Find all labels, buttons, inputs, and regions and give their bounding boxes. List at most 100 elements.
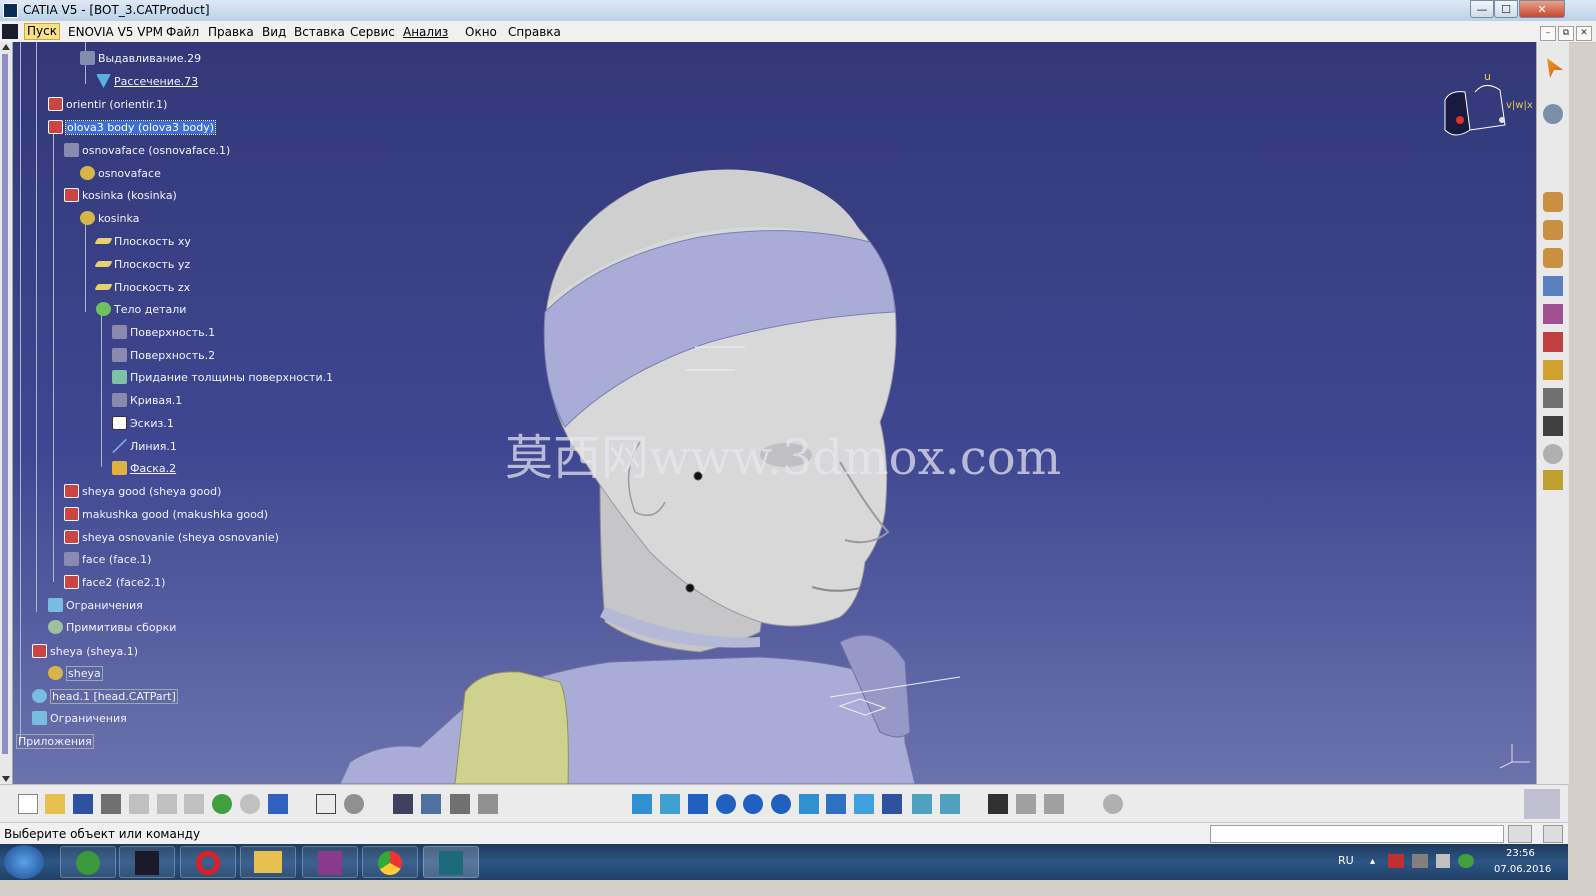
generate-numbering-icon[interactable] — [1543, 360, 1563, 380]
tree-node[interactable]: Фаска.2 — [112, 459, 176, 477]
start-orb-icon[interactable] — [4, 845, 44, 879]
insert-component-icon[interactable] — [1543, 276, 1563, 296]
rotate-icon[interactable] — [716, 794, 736, 814]
compass-icon[interactable]: u v|w|x — [1440, 70, 1533, 150]
clock-date[interactable]: 07.06.2016 — [1494, 864, 1551, 875]
tray-app-icon[interactable] — [1458, 854, 1474, 868]
whats-this-icon[interactable] — [268, 794, 288, 814]
fix-component-icon[interactable] — [1543, 470, 1563, 490]
tree-node[interactable]: orientir (orientir.1) — [48, 95, 167, 113]
tree-node[interactable]: kosinka — [80, 209, 139, 227]
camera-icon[interactable] — [988, 794, 1008, 814]
menu-enovia[interactable]: ENOVIA V5 VPM — [68, 25, 163, 39]
knowledge-icon[interactable] — [344, 794, 364, 814]
tree-node[interactable]: Поверхность.1 — [112, 323, 215, 341]
select-arrow-icon[interactable] — [1547, 58, 1563, 78]
zoom-in-icon[interactable] — [743, 794, 763, 814]
pan-icon[interactable] — [688, 794, 708, 814]
tree-node[interactable]: Линия.1 — [112, 437, 177, 455]
gear-icon[interactable] — [1543, 104, 1563, 124]
volume-icon[interactable] — [1436, 854, 1450, 868]
measure-icon[interactable] — [1016, 794, 1036, 814]
tree-node[interactable]: face (face.1) — [64, 550, 151, 568]
cut-icon[interactable] — [129, 794, 149, 814]
swap-space-icon[interactable] — [940, 794, 960, 814]
multi-instantiation-icon[interactable] — [1543, 388, 1563, 408]
catia-menu-logo-icon[interactable] — [2, 24, 18, 39]
tree-node[interactable]: sheya osnovanie (sheya osnovanie) — [64, 528, 279, 546]
maximize-button[interactable]: ☐ — [1494, 0, 1518, 18]
copy-icon[interactable] — [157, 794, 177, 814]
menu-start[interactable]: Пуск — [24, 23, 60, 40]
text-annotation-icon[interactable] — [1543, 416, 1563, 436]
menu-tools[interactable]: Сервис — [350, 25, 395, 39]
reorder-icon[interactable] — [1543, 332, 1563, 352]
catia-task-icon[interactable] — [423, 846, 479, 878]
menu-edit[interactable]: Правка — [208, 25, 254, 39]
tree-node[interactable]: Кривая.1 — [112, 391, 182, 409]
tree-node[interactable]: Плоскость yz — [94, 255, 190, 273]
opera-task-icon[interactable] — [180, 846, 236, 878]
app-task-icon[interactable] — [119, 846, 175, 878]
clock-time[interactable]: 23:56 — [1506, 848, 1535, 859]
tree-node[interactable]: Плоскость zx — [94, 278, 190, 296]
tree-node[interactable]: Эскиз.1 — [112, 414, 174, 432]
chrome-task-icon[interactable] — [362, 846, 418, 878]
refresh-icon[interactable] — [1103, 794, 1123, 814]
tree-node[interactable]: Рассечение.73 — [96, 72, 198, 90]
menu-insert[interactable]: Вставка — [294, 25, 345, 39]
fly-mode-icon[interactable] — [632, 794, 652, 814]
command-run-button[interactable] — [1508, 825, 1532, 843]
manipulation-icon[interactable] — [1543, 444, 1563, 464]
multi-view-icon[interactable] — [826, 794, 846, 814]
print-icon[interactable] — [101, 794, 121, 814]
shading-icon[interactable] — [882, 794, 902, 814]
save-icon[interactable] — [73, 794, 93, 814]
tree-node[interactable]: Приложения — [16, 732, 94, 750]
assembly-gear-icon[interactable] — [1543, 192, 1563, 212]
tree-node[interactable]: sheya — [48, 664, 103, 682]
menu-window[interactable]: Окно — [465, 25, 497, 39]
tree-node[interactable]: kosinka (kosinka) — [64, 186, 177, 204]
calculator-icon[interactable] — [1543, 825, 1563, 843]
table-icon[interactable] — [393, 794, 413, 814]
doc-close-button[interactable]: ✕ — [1576, 26, 1592, 41]
network-flag-icon[interactable] — [1388, 854, 1404, 868]
component-gear-icon[interactable] — [1543, 248, 1563, 268]
fit-all-icon[interactable] — [660, 794, 680, 814]
tree-node[interactable]: Ограничения — [32, 709, 127, 727]
tree-node[interactable]: makushka good (makushka good) — [64, 505, 268, 523]
undo-icon[interactable] — [212, 794, 232, 814]
minimize-button[interactable]: — — [1470, 0, 1494, 18]
menu-analysis[interactable]: Анализ — [403, 25, 448, 39]
iso-view-icon[interactable] — [854, 794, 874, 814]
menu-help[interactable]: Справка — [508, 25, 561, 39]
doc-minimize-button[interactable]: – — [1540, 26, 1556, 41]
menu-file[interactable]: Файл — [166, 25, 199, 39]
tree-node-selected[interactable]: olova3 body (olova3 body) — [48, 118, 217, 136]
close-button[interactable]: ✕ — [1519, 0, 1565, 18]
command-input[interactable] — [1210, 825, 1504, 843]
tree-node[interactable]: sheya (sheya.1) — [32, 642, 138, 660]
menu-view[interactable]: Вид — [262, 25, 286, 39]
open-folder-icon[interactable] — [45, 794, 65, 814]
tree-node[interactable]: Плоскость xy — [94, 232, 191, 250]
redo-icon[interactable] — [240, 794, 260, 814]
catalog-icon[interactable] — [450, 794, 470, 814]
tree-node[interactable]: face2 (face2.1) — [64, 573, 165, 591]
3d-viewport[interactable]: Выдавливание.29 Рассечение.73 orientir (… — [0, 42, 1564, 784]
paste-icon[interactable] — [184, 794, 204, 814]
tree-node[interactable]: Выдавливание.29 — [80, 49, 201, 67]
language-indicator[interactable]: RU — [1338, 854, 1354, 867]
winrar-task-icon[interactable] — [302, 846, 358, 878]
formula-icon[interactable] — [316, 794, 336, 814]
new-file-icon[interactable] — [18, 794, 38, 814]
tree-node[interactable]: Поверхность.2 — [112, 346, 215, 364]
normal-view-icon[interactable] — [799, 794, 819, 814]
tree-node[interactable]: sheya good (sheya good) — [64, 482, 221, 500]
utorrent-task-icon[interactable] — [60, 846, 116, 878]
tree-view-icon[interactable] — [421, 794, 441, 814]
tree-node[interactable]: Примитивы сборки — [48, 618, 176, 636]
analysis-icon[interactable] — [1044, 794, 1064, 814]
tree-node[interactable]: osnovaface — [80, 164, 161, 182]
